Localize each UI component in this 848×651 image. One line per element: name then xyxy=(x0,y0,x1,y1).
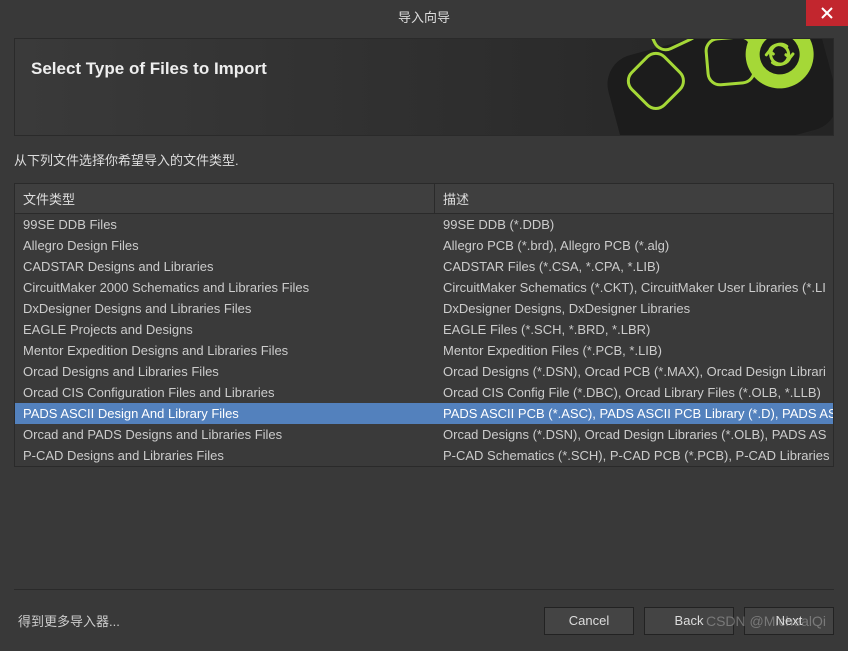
table-row[interactable]: CADSTAR Designs and LibrariesCADSTAR Fil… xyxy=(15,256,833,277)
table-row[interactable]: Orcad CIS Configuration Files and Librar… xyxy=(15,382,833,403)
close-icon xyxy=(821,7,833,19)
table-row[interactable]: 99SE DDB Files99SE DDB (*.DDB) xyxy=(15,214,833,235)
file-type-table: 文件类型 描述 99SE DDB Files99SE DDB (*.DDB)Al… xyxy=(14,183,834,467)
cell-file-type: DxDesigner Designs and Libraries Files xyxy=(15,298,435,319)
cell-description: CADSTAR Files (*.CSA, *.CPA, *.LIB) xyxy=(435,256,833,277)
table-row[interactable]: Mentor Expedition Designs and Libraries … xyxy=(15,340,833,361)
cell-description: Orcad Designs (*.DSN), Orcad Design Libr… xyxy=(435,424,833,445)
cell-file-type: CircuitMaker 2000 Schematics and Librari… xyxy=(15,277,435,298)
cell-description: EAGLE Files (*.SCH, *.BRD, *.LBR) xyxy=(435,319,833,340)
cell-description: Mentor Expedition Files (*.PCB, *.LIB) xyxy=(435,340,833,361)
table-row[interactable]: CircuitMaker 2000 Schematics and Librari… xyxy=(15,277,833,298)
cell-file-type: Allegro Design Files xyxy=(15,235,435,256)
page-title: Select Type of Files to Import xyxy=(31,59,267,79)
cell-description: PADS ASCII PCB (*.ASC), PADS ASCII PCB L… xyxy=(435,403,833,424)
cell-description: Allegro PCB (*.brd), Allegro PCB (*.alg) xyxy=(435,235,833,256)
back-button[interactable]: Back xyxy=(644,607,734,635)
close-button[interactable] xyxy=(806,0,848,26)
cell-file-type: P-CAD Designs and Libraries Files xyxy=(15,445,435,466)
cell-description: Orcad Designs (*.DSN), Orcad PCB (*.MAX)… xyxy=(435,361,833,382)
window-title: 导入向导 xyxy=(398,7,450,26)
cell-file-type: CADSTAR Designs and Libraries xyxy=(15,256,435,277)
cell-file-type: Orcad Designs and Libraries Files xyxy=(15,361,435,382)
table-row[interactable]: EAGLE Projects and DesignsEAGLE Files (*… xyxy=(15,319,833,340)
table-header: 文件类型 描述 xyxy=(15,184,833,214)
cell-description: DxDesigner Designs, DxDesigner Libraries xyxy=(435,298,833,319)
column-header-desc[interactable]: 描述 xyxy=(435,184,833,213)
cell-description: 99SE DDB (*.DDB) xyxy=(435,214,833,235)
instruction-text: 从下列文件选择你希望导入的文件类型. xyxy=(14,150,834,169)
cell-description: P-CAD Schematics (*.SCH), P-CAD PCB (*.P… xyxy=(435,445,833,466)
cell-file-type: PADS ASCII Design And Library Files xyxy=(15,403,435,424)
more-importers-link[interactable]: 得到更多导入器... xyxy=(18,611,120,630)
table-body: 99SE DDB Files99SE DDB (*.DDB)Allegro De… xyxy=(15,214,833,466)
header-decoration xyxy=(553,38,833,136)
titlebar: 导入向导 xyxy=(0,0,848,32)
cell-file-type: Orcad and PADS Designs and Libraries Fil… xyxy=(15,424,435,445)
table-row[interactable]: Orcad Designs and Libraries FilesOrcad D… xyxy=(15,361,833,382)
table-row[interactable]: Allegro Design FilesAllegro PCB (*.brd),… xyxy=(15,235,833,256)
next-button[interactable]: Next xyxy=(744,607,834,635)
cell-description: Orcad CIS Config File (*.DBC), Orcad Lib… xyxy=(435,382,833,403)
footer: 得到更多导入器... Cancel Back Next xyxy=(14,589,834,637)
cell-file-type: Mentor Expedition Designs and Libraries … xyxy=(15,340,435,361)
table-row[interactable]: Orcad and PADS Designs and Libraries Fil… xyxy=(15,424,833,445)
column-header-type[interactable]: 文件类型 xyxy=(15,184,435,213)
table-row[interactable]: P-CAD Designs and Libraries FilesP-CAD S… xyxy=(15,445,833,466)
cell-file-type: EAGLE Projects and Designs xyxy=(15,319,435,340)
cell-file-type: 99SE DDB Files xyxy=(15,214,435,235)
cell-file-type: Orcad CIS Configuration Files and Librar… xyxy=(15,382,435,403)
cell-description: CircuitMaker Schematics (*.CKT), Circuit… xyxy=(435,277,833,298)
cancel-button[interactable]: Cancel xyxy=(544,607,634,635)
table-row[interactable]: PADS ASCII Design And Library FilesPADS … xyxy=(15,403,833,424)
wizard-header: Select Type of Files to Import xyxy=(14,38,834,136)
content-area: 从下列文件选择你希望导入的文件类型. 文件类型 描述 99SE DDB File… xyxy=(14,150,834,467)
button-group: Cancel Back Next xyxy=(544,607,834,635)
table-row[interactable]: DxDesigner Designs and Libraries FilesDx… xyxy=(15,298,833,319)
